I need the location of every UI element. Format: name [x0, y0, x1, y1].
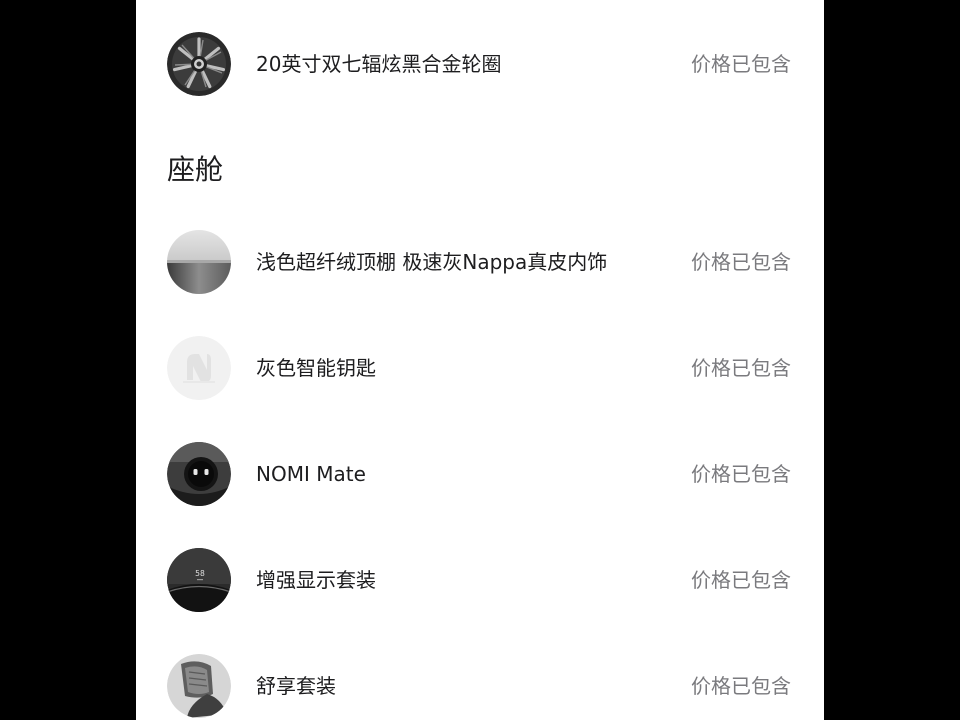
item-price-status: 价格已包含: [691, 356, 791, 380]
interior-swatch-icon: [167, 230, 231, 294]
item-name: NOMI Mate: [256, 462, 366, 486]
list-item-interior[interactable]: 浅色超纤绒顶棚 极速灰Nappa真皮内饰 价格已包含: [136, 227, 824, 297]
wheel-icon: [167, 32, 231, 96]
item-price-status: 价格已包含: [691, 568, 791, 592]
item-name: 舒享套装: [256, 674, 336, 698]
item-name: 增强显示套装: [256, 568, 376, 592]
svg-text:58: 58: [195, 569, 205, 578]
item-price-status: 价格已包含: [691, 52, 791, 76]
list-item-hud-display[interactable]: 58 增强显示套装 价格已包含: [136, 545, 824, 615]
config-list-panel: 20英寸双七辐炫黑合金轮圈 价格已包含 座舱 浅色超纤绒顶棚 极速灰Nappa真…: [136, 0, 824, 720]
item-name: 20英寸双七辐炫黑合金轮圈: [256, 52, 502, 76]
item-price-status: 价格已包含: [691, 674, 791, 698]
item-price-status: 价格已包含: [691, 250, 791, 274]
list-item-wheel[interactable]: 20英寸双七辐炫黑合金轮圈 价格已包含: [136, 29, 824, 99]
item-name: 灰色智能钥匙: [256, 356, 376, 380]
list-item-smart-key[interactable]: 灰色智能钥匙 价格已包含: [136, 333, 824, 403]
list-item-comfort-package[interactable]: 舒享套装 价格已包含: [136, 651, 824, 720]
list-item-nomi-mate[interactable]: NOMI Mate 价格已包含: [136, 439, 824, 509]
item-price-status: 价格已包含: [691, 462, 791, 486]
item-name: 浅色超纤绒顶棚 极速灰Nappa真皮内饰: [256, 250, 608, 274]
nomi-mate-icon: [167, 442, 231, 506]
comfort-seat-icon: [167, 654, 231, 718]
smart-key-icon: [167, 336, 231, 400]
section-title-cabin: 座舱: [167, 153, 224, 186]
hud-display-icon: 58: [167, 548, 231, 612]
